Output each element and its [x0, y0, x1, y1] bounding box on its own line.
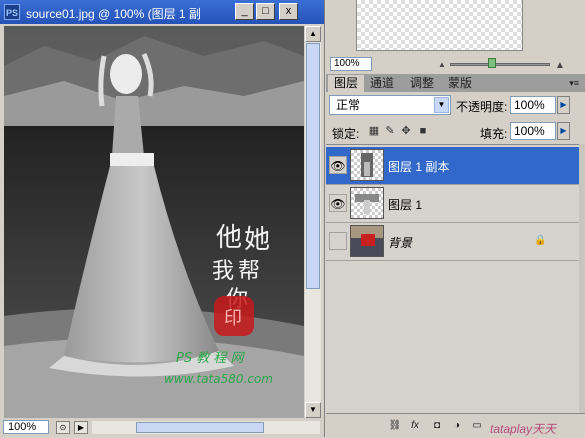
layers-list: 👁 图层 1 副本 👁 图层 1 背景 🔒 — [326, 144, 579, 414]
chevron-down-icon[interactable]: ▼ — [434, 97, 449, 113]
opacity-arrow-icon[interactable]: ▶ — [557, 96, 570, 114]
layer-name[interactable]: 图层 1 — [388, 196, 422, 213]
document-titlebar[interactable]: PS source01.jpg @ 100% (图层 1 副 _ □ x — [0, 0, 324, 24]
image-canvas[interactable]: 他 她 我 帮 你 印 PS 教 程 网 www.tata580.com — [4, 26, 304, 418]
fill-label: 填充: — [480, 127, 508, 141]
eye-icon[interactable]: 👁 — [329, 194, 347, 212]
photoshop-icon: PS — [4, 4, 20, 20]
horizontal-scroll-thumb[interactable] — [136, 422, 264, 433]
watermark-url: www.tata580.com — [164, 372, 273, 386]
blend-mode-select[interactable]: 正常 ▼ — [329, 95, 451, 115]
layer-name[interactable]: 图层 1 副本 — [388, 158, 449, 175]
new-group-icon[interactable]: ▭ — [470, 419, 484, 433]
seal-text: 印 — [224, 308, 242, 329]
right-panel: 100% ▲ ▲ 图层 通道 调整 蒙版 ▾≡ 正常 ▼ 不透明度: 100% … — [326, 0, 585, 438]
blend-mode-value: 正常 — [336, 98, 361, 112]
zoom-in-icon[interactable]: ▲ — [555, 60, 565, 71]
document-status-bar: 100% ⊙ ▶ — [0, 418, 324, 437]
restore-button[interactable]: □ — [256, 3, 275, 20]
add-mask-icon[interactable]: ◘ — [430, 419, 444, 433]
layer-row-copy[interactable]: 👁 图层 1 副本 — [326, 147, 579, 185]
tab-channels[interactable]: 通道 — [364, 75, 400, 92]
lock-icon: 🔒 — [534, 235, 547, 246]
zoom-out-icon[interactable]: ▲ — [438, 60, 446, 69]
lock-all-icon[interactable]: ■ — [417, 125, 429, 137]
layers-scrollbar[interactable] — [579, 144, 585, 413]
fill-arrow-icon[interactable]: ▶ — [557, 122, 570, 140]
lock-transparency-icon[interactable]: ▦ — [368, 125, 380, 137]
calligraphy-char: 她 — [244, 225, 270, 255]
document-window: PS source01.jpg @ 100% (图层 1 副 _ □ x 他 她… — [0, 0, 325, 437]
layer-row-1[interactable]: 👁 图层 1 — [326, 185, 579, 223]
navigator-zoom-slider[interactable] — [450, 63, 550, 66]
scroll-up-icon[interactable]: ▲ — [305, 26, 321, 42]
inverted-photo: 他 她 我 帮 你 印 PS 教 程 网 www.tata580.com — [4, 26, 304, 418]
opacity-field[interactable]: 100% — [510, 96, 556, 114]
panel-menu-icon[interactable]: ▾≡ — [569, 78, 579, 89]
scroll-down-icon[interactable]: ▼ — [305, 402, 321, 418]
adjustment-layer-icon[interactable]: ◑ — [450, 419, 464, 433]
calligraphy-char: 帮 — [238, 259, 260, 284]
eye-icon[interactable]: 👁 — [329, 156, 347, 174]
visibility-toggle[interactable] — [329, 232, 347, 250]
tab-masks[interactable]: 蒙版 — [442, 75, 478, 92]
tab-layers[interactable]: 图层 — [328, 75, 365, 92]
lock-position-icon[interactable]: ✥ — [400, 125, 412, 137]
lock-label: 锁定: — [332, 127, 360, 141]
layer-thumbnail — [350, 149, 384, 181]
watermark-title: PS 教 程 网 — [176, 351, 245, 366]
status-menu-arrow-icon[interactable]: ▶ — [74, 421, 88, 434]
layer-thumbnail — [350, 225, 384, 257]
navigator-zoom-field[interactable]: 100% — [330, 57, 372, 71]
layers-panel-footer: ⛓ fx ◘ ◑ ▭ tataplay天天 — [326, 413, 585, 438]
layer-name[interactable]: 背景 — [388, 234, 412, 251]
minimize-button[interactable]: _ — [235, 3, 254, 20]
vertical-scroll-thumb[interactable] — [306, 43, 320, 289]
document-title: source01.jpg @ 100% (图层 1 副 — [26, 7, 201, 21]
navigator-zoom-knob[interactable] — [488, 58, 496, 68]
fx-icon[interactable]: fx — [408, 419, 422, 433]
horizontal-scrollbar[interactable] — [92, 421, 320, 434]
footer-watermark: tataplay天天 — [490, 422, 557, 436]
calligraphy-char: 我 — [212, 259, 234, 284]
link-layers-icon[interactable]: ⛓ — [388, 419, 402, 433]
zoom-field[interactable]: 100% — [3, 420, 49, 434]
navigator-preview[interactable] — [356, 0, 523, 51]
close-button[interactable]: x — [279, 3, 298, 20]
layer-row-background[interactable]: 背景 🔒 — [326, 223, 579, 261]
tab-adjustments[interactable]: 调整 — [404, 75, 440, 92]
opacity-label: 不透明度: — [456, 100, 508, 114]
fill-field[interactable]: 100% — [510, 122, 556, 140]
layer-thumbnail — [350, 187, 384, 219]
layers-panel-tabs: 图层 通道 调整 蒙版 ▾≡ — [326, 74, 585, 92]
lock-pixels-icon[interactable]: ✎ — [384, 125, 396, 137]
vertical-scrollbar[interactable]: ▲ ▼ — [305, 26, 321, 418]
calligraphy-char: 他 — [216, 223, 242, 253]
document-info-icon[interactable]: ⊙ — [56, 421, 70, 434]
